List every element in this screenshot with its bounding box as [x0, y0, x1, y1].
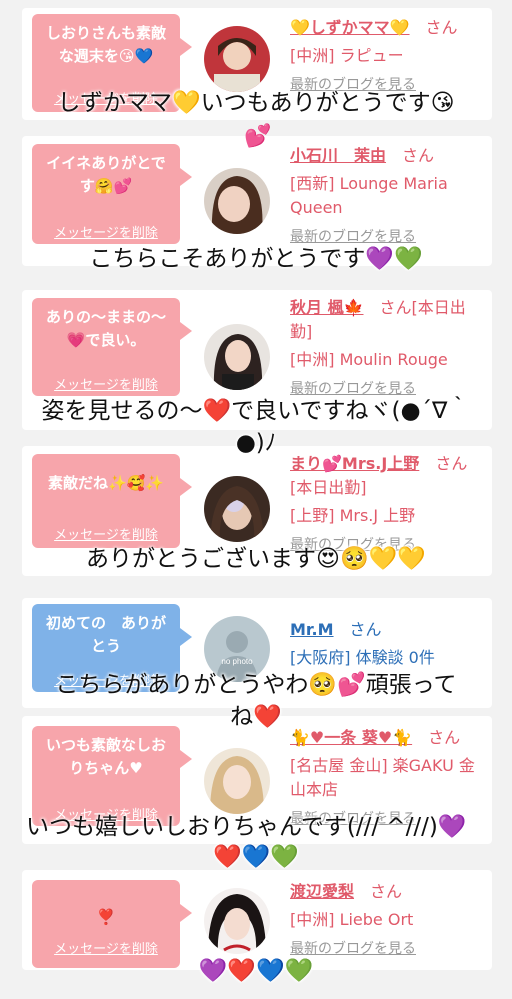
latest-blog-link[interactable]: 最新のブログを見る	[290, 938, 486, 958]
message-text: いつも素敵なしおりちゃん♥	[45, 736, 166, 777]
reply-text: こちらこそありがとうです💜💚	[89, 246, 423, 272]
latest-blog-link[interactable]: 最新のブログを見る	[290, 378, 486, 398]
latest-blog-link[interactable]: 最新のブログを見る	[290, 226, 486, 246]
message-text: 初めての ありがとう	[45, 614, 166, 655]
message-bubble: ありの〜ままの〜💗で良い。 メッセージを削除	[32, 298, 192, 396]
sender-name: 💛しずかママ💛 さん	[290, 18, 458, 37]
message-bubble: 素敵だね✨🥰✨ メッセージを削除	[32, 454, 192, 548]
delete-message-link[interactable]: メッセージを削除	[32, 222, 180, 241]
message-text: 素敵だね✨🥰✨	[47, 474, 165, 492]
sender-name: 秋月 楓🍁 さん[本日出勤]	[290, 298, 466, 341]
avatar[interactable]	[204, 324, 270, 390]
reply-text: いつも嬉しいしおりちゃんです(/// ^///)💜	[26, 814, 467, 840]
delete-message-link[interactable]: メッセージを削除	[32, 524, 180, 543]
reply-emoji: 💕	[244, 124, 272, 149]
sender-name-link[interactable]: 秋月 楓🍁	[290, 298, 364, 317]
reply-text: しずかママ💛いつもありがとうです😘	[57, 90, 455, 116]
reply-text-line2: ね❤️	[230, 704, 282, 730]
message-text: ❣️	[96, 908, 116, 926]
message-bubble: イイネありがとです🤗💕 メッセージを削除	[32, 144, 192, 244]
reply-text-line2: ●)ﾉ	[235, 430, 277, 456]
shop-info: [中洲] Liebe Ort	[290, 910, 414, 929]
sender-name: 渡辺愛梨 さん	[290, 882, 403, 901]
sender-name: Mr.M さん	[290, 620, 382, 639]
message-card: ❣️ メッセージを削除 渡辺愛梨 さん [中洲] Liebe Ort 最新のブロ…	[22, 870, 492, 970]
shop-info: [中洲] Moulin Rouge	[290, 350, 448, 369]
message-text: イイネありがとです🤗💕	[46, 154, 166, 195]
shop-info: [大阪府] 体験談 0件	[290, 648, 435, 667]
sender-name-link[interactable]: 渡辺愛梨	[290, 882, 354, 901]
sender-name-link[interactable]: 💛しずかママ💛	[290, 18, 410, 37]
message-bubble: ❣️ メッセージを削除	[32, 880, 192, 968]
sender-name: まり💕Mrs.J上野 さん[本日出勤]	[290, 454, 468, 497]
avatar[interactable]	[204, 476, 270, 542]
avatar[interactable]	[204, 748, 270, 814]
shop-info: [名古屋 金山] 楽GAKU 金山本店	[290, 756, 475, 799]
reply-text-line2: ❤️💙💚	[213, 844, 299, 870]
sender-name-link[interactable]: Mr.M	[290, 620, 334, 639]
message-text: しおりさんも素敵な週末を😘💙	[45, 24, 166, 65]
shop-info: [西新] Lounge Maria Queen	[290, 174, 448, 217]
reply-text: 姿を見せるの〜❤️で良いですねヾ(●´∇｀	[41, 398, 471, 424]
shop-info: [上野] Mrs.J 上野	[290, 506, 416, 525]
sender-name: 小石川 茉由 さん	[290, 146, 435, 165]
message-bubble: いつも素敵なしおりちゃん♥ メッセージを削除	[32, 726, 192, 826]
avatar[interactable]	[204, 888, 270, 954]
no-photo-label: no photo	[221, 657, 253, 666]
reply-text: 💜❤️💙💚	[198, 958, 314, 984]
message-text: ありの〜ままの〜💗で良い。	[45, 308, 166, 349]
avatar[interactable]	[204, 168, 270, 234]
reply-text: ありがとうございます😍🥺💛💛	[86, 546, 426, 572]
shop-info: [中洲] ラピュー	[290, 46, 404, 65]
avatar[interactable]	[204, 26, 270, 92]
sender-name-link[interactable]: 小石川 茉由	[290, 146, 386, 165]
delete-message-link[interactable]: メッセージを削除	[32, 374, 180, 393]
reply-text: こちらがありがとうやわ🥺💕頑張って	[55, 672, 457, 698]
delete-message-link[interactable]: メッセージを削除	[32, 938, 180, 957]
